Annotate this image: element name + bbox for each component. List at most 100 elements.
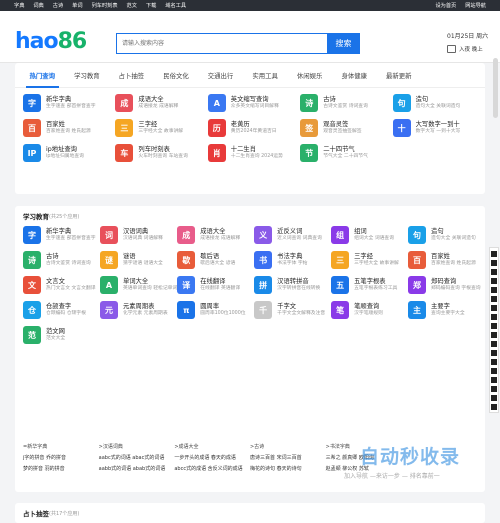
app-item[interactable]: 百百家姓 百家姓查询 姓氏起源 (408, 251, 485, 269)
sub-link[interactable]: =新华字典 (23, 443, 99, 454)
scrollbar[interactable] (493, 58, 498, 118)
app-item[interactable]: 主主要字 查询主要字大全 (408, 301, 485, 319)
app-item[interactable]: π 圆周率 圆周率100位1000位 (177, 301, 254, 319)
app-icon: A (99, 276, 118, 294)
app-item[interactable]: IP ip地址查询 ip地址归属地查询 (23, 144, 115, 162)
app-item[interactable]: 字新华字典 生字速查 部首拼音查字 (23, 94, 115, 112)
app-item[interactable]: 句造句 造句大全 关联词造句 (392, 94, 485, 112)
app-item[interactable]: 歇歇后语 歇后语大全 谚语 (177, 251, 254, 269)
top-right-link[interactable]: 设为首页 (435, 2, 456, 9)
app-desc: 汉字转拼音在线转换 (277, 285, 321, 291)
app-item[interactable]: 谜谜语 猜字谜语 谜语大全 (99, 251, 177, 269)
app-item[interactable]: 成成语大全 成语接龙 成语解释 (177, 226, 254, 244)
top-right-links: 设为首页 网站导航 (435, 2, 486, 9)
calendar-icon (447, 45, 456, 53)
app-item[interactable]: 历老黄历 黄历2024年黄道吉日 (207, 119, 300, 137)
app-icon: 主 (408, 301, 427, 319)
tab-5[interactable]: 实用工具 (243, 63, 288, 87)
top-link[interactable]: 列车时刻表 (92, 2, 118, 9)
sub-link[interactable]: aabc式的词语 abac式的词语 (99, 454, 175, 465)
app-item[interactable]: 句造句 造句大全 关联词造句 (408, 226, 485, 244)
app-text: 郑码查询 郑码编码查询 字根查询 (431, 278, 481, 292)
top-link[interactable]: 字典 (14, 2, 24, 9)
app-text: 笔顺查询 汉字笔顺规则 (354, 303, 383, 317)
app-title: 主要字 (431, 303, 450, 311)
sub-link[interactable]: >汉语词典 (99, 443, 175, 454)
app-desc: 成语接龙 成语解释 (200, 235, 241, 241)
app-text: 大写数字一到十 数字大写 一到十大写 (416, 121, 461, 135)
top-link[interactable]: 范文 (127, 2, 137, 9)
app-item[interactable]: 笔笔顺查询 汉字笔顺规则 (331, 301, 408, 319)
login-label: 入夜 晚上 (459, 47, 483, 53)
app-icon: 文 (23, 276, 41, 294)
top-link[interactable]: 古诗 (53, 2, 63, 9)
sub-link[interactable]: 梦的拼音 羽的拼音 (23, 465, 99, 476)
app-item[interactable]: 书书法字典 书法字体 字帖 (254, 251, 331, 269)
sub-link[interactable]: abcc式的成语 含反义词的成语 (174, 465, 250, 476)
app-item[interactable]: 义近反义词 近义词查询 词典查询 (254, 226, 331, 244)
app-icon: 百 (408, 251, 427, 269)
app-item[interactable]: 五五笔字根表 五笔字根表练习工具 (331, 276, 408, 294)
app-item[interactable]: 字新华字典 生字速查 部首拼音查字 (23, 226, 100, 244)
app-text: 五笔字根表 五笔字根表练习工具 (354, 278, 397, 292)
top-right-link[interactable]: 网站导航 (465, 2, 486, 9)
tab-0[interactable]: 热门查询 (20, 63, 65, 88)
top-link[interactable]: 词典 (33, 2, 43, 9)
app-item[interactable]: 十大写数字一到十 数字大写 一到十大写 (392, 119, 485, 137)
qr-code[interactable] (489, 247, 499, 413)
sub-link[interactable]: 一步开头的成语 春天的成语 (174, 454, 250, 465)
sub-link[interactable]: aabb式的词语 abab式的词语 (99, 465, 175, 476)
tab-6[interactable]: 休闲娱乐 (287, 63, 332, 87)
app-item[interactable]: 签观音灵签 观音灵签抽签解签 (300, 119, 392, 137)
top-link[interactable]: 下载 (146, 2, 156, 9)
tab-2[interactable]: 占卜抽签 (109, 63, 154, 87)
tab-4[interactable]: 交通出行 (198, 63, 243, 87)
sub-link[interactable]: 梅花的诗句 春天的诗句 (250, 465, 326, 476)
app-text: 元素周期表 化学元素 元素周期表 (123, 303, 168, 317)
sub-link[interactable]: >古诗 (250, 443, 326, 454)
app-item[interactable]: 词汉语词典 汉语词典 词语解释 (99, 226, 177, 244)
app-item[interactable]: 郑郑码查询 郑码编码查询 字根查询 (408, 276, 485, 294)
logo[interactable]: hao86 (15, 29, 88, 54)
app-item[interactable]: A 单词大全 英语单词查询 轻松记单词 (99, 276, 177, 294)
app-desc: 歇后语大全 谚语 (200, 260, 236, 266)
tab-8[interactable]: 最新更新 (377, 63, 422, 87)
search-input[interactable] (116, 33, 327, 54)
app-item[interactable]: 组组词 组词大全 词语查询 (331, 226, 408, 244)
sub-link[interactable]: >成语大全 (174, 443, 250, 454)
sub-link[interactable]: j字的拼音 乔的拼音 (23, 454, 99, 465)
search-button[interactable]: 搜索 (327, 33, 360, 54)
top-link[interactable]: 单词 (72, 2, 82, 9)
app-item[interactable]: 成成语大全 成语接龙 成语解释 (115, 94, 207, 112)
app-item[interactable]: 三三字经 三字经大全 故事讲解 (115, 119, 207, 137)
app-item[interactable]: 诗古诗 古诗文鉴赏 诗词查询 (300, 94, 392, 112)
app-text: 主要字 查询主要字大全 (431, 303, 465, 317)
app-desc: 仓颉编码 仓颉字根 (46, 310, 86, 316)
sub-link[interactable]: 唐诗三百首 宋词三百首 (250, 454, 326, 465)
app-item[interactable]: 百百家姓 百家姓查询 姓氏起源 (23, 119, 115, 137)
app-item[interactable]: 译在线翻译 在线翻译 英语翻译 (177, 276, 254, 294)
app-item[interactable]: 三三字经 三字经大全 故事讲解 (331, 251, 408, 269)
app-text: 在线翻译 在线翻译 英语翻译 (200, 278, 240, 292)
app-item[interactable]: A 英文缩写查询 众多英文缩写词目解释 (207, 94, 300, 112)
app-desc: 热门文言文 文言文翻译 (46, 285, 96, 291)
tab-3[interactable]: 民俗文化 (154, 63, 199, 87)
tab-1[interactable]: 学习教育 (65, 63, 110, 87)
app-item[interactable]: 肖十二生肖 十二生肖查询 2024运势 (207, 144, 300, 162)
hot-section: 热门查询 学习教育 占卜抽签 民俗文化 交通出行 实用工具 休闲娱乐 身体健康 最新更新 字新华… (15, 63, 485, 194)
top-link[interactable]: 域名工具 (165, 2, 186, 9)
app-item[interactable]: 车列车时刻表 火车时刻查询 车站查询 (115, 144, 207, 162)
app-item[interactable]: 元元素周期表 化学元素 元素周期表 (99, 301, 177, 319)
login-link[interactable]: 入夜 晚上 (447, 45, 488, 53)
logo-number: 86 (57, 29, 88, 54)
tab-7[interactable]: 身体健康 (332, 63, 377, 87)
app-item[interactable]: 千千字文 千字文全文解释及注音 (254, 301, 331, 319)
app-item[interactable]: 范范文网 范文大全 (23, 326, 100, 344)
app-item[interactable]: 节二十四节气 节气大全 二十四节气 (300, 144, 392, 162)
app-title: 老黄历 (230, 121, 250, 129)
app-item[interactable]: 仓仓颉查字 仓颉编码 仓颉字根 (23, 301, 100, 319)
app-item[interactable]: 拼汉语转拼音 汉字转拼音在线转换 (254, 276, 331, 294)
app-item[interactable]: 文文言文 热门文言文 文言文翻译 (23, 276, 100, 294)
app-item[interactable]: 诗古诗 古诗文鉴赏 诗词查询 (23, 251, 100, 269)
app-text: 古诗 古诗文鉴赏 诗词查询 (323, 96, 368, 110)
